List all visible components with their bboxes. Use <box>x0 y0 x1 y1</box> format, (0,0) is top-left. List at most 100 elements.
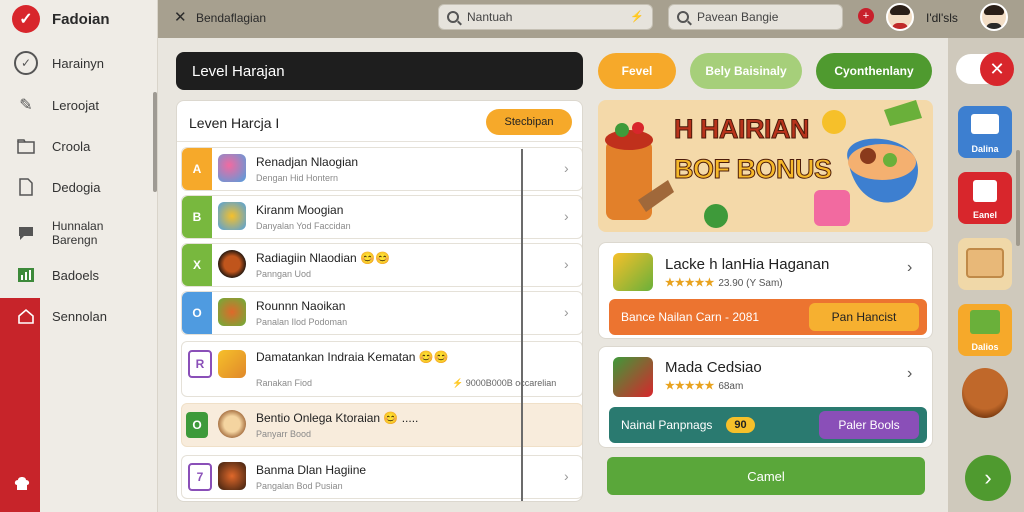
cancel-button[interactable]: Camel <box>607 457 925 495</box>
row-title: Radiagiin Nlaodian 😊😊 <box>256 251 390 265</box>
row-subtitle: Panngan Uod <box>256 269 312 279</box>
row-title: Bentio Onlega Ktoraian 😊 ..... <box>256 411 419 425</box>
mascot-icon <box>962 368 1008 418</box>
chevron-right-icon[interactable]: › <box>564 256 569 272</box>
rating-value: 68am <box>718 381 744 392</box>
close-icon[interactable]: ✕ <box>174 8 187 26</box>
breadcrumb: Bendaflagian <box>196 11 267 25</box>
chevron-right-icon[interactable]: › <box>564 160 569 176</box>
sidebar-item-label: Leroojat <box>52 97 99 113</box>
check-logo-icon: ✓ <box>12 5 40 33</box>
sidebar-item-hunnalan[interactable]: Hunnalan Barengn <box>0 216 158 250</box>
level-banner: Level Harajan <box>176 52 583 90</box>
star-rating-icon: ★★★★★ <box>665 380 715 392</box>
row-badge: A <box>182 148 212 190</box>
row-thumbnail <box>218 298 246 326</box>
rail-tile-food[interactable] <box>958 238 1012 290</box>
next-arrow-button[interactable]: › <box>965 455 1011 501</box>
rail-tile-dalios[interactable]: Dalios <box>958 304 1012 356</box>
sidebar-item-label: Harainyn <box>52 55 105 71</box>
row-badge-label: O <box>186 412 208 438</box>
row-badge: 7 <box>188 463 212 491</box>
chevron-right-icon[interactable]: › <box>564 208 569 224</box>
row-thumbnail <box>218 250 246 278</box>
sidebar: ✓ Fadoian ✓ Harainyn ✎ Leroojat Croola D… <box>0 0 158 512</box>
promo-banner[interactable]: H HAIRIAN BOF BONUS <box>598 100 933 232</box>
flag-icon[interactable]: + <box>858 8 874 24</box>
search-bar-2[interactable] <box>668 4 843 30</box>
sidebar-item-croola[interactable]: Croola <box>0 133 158 159</box>
sidebar-scrollbar[interactable] <box>153 92 157 192</box>
sandwich-icon <box>966 248 1004 278</box>
row-badge: O <box>182 292 212 334</box>
close-toggle[interactable]: ✕ <box>956 52 1014 86</box>
chevron-right-icon[interactable]: › <box>564 304 569 320</box>
reward-card-1[interactable]: Lacke h lanHia Haganan ★★★★★ 23.90 (Y Sam… <box>598 242 933 339</box>
pencil-icon: ✎ <box>19 97 33 114</box>
chevron-right-icon[interactable]: › <box>907 259 912 277</box>
avatar-shirt <box>892 23 908 29</box>
list-action-button[interactable]: Stecbipan <box>486 109 572 135</box>
row-title: Kiranm Moogian <box>256 203 344 217</box>
card-title: Lacke h lanHia Haganan <box>665 256 830 273</box>
lightning-icon: ⚡ <box>630 11 644 23</box>
row-thumbnail <box>218 202 246 230</box>
row-title: Banma Dlan Hagiine <box>256 463 367 477</box>
row-extra: ⚡ 9000B000B occarelian <box>452 378 557 388</box>
avatar[interactable] <box>980 3 1008 31</box>
rail-tile-eanel[interactable]: Eanel <box>958 172 1012 224</box>
search-icon <box>677 11 689 23</box>
card-promo-bar[interactable]: Nainal Panpnags 90 Paler Bools <box>609 407 927 443</box>
row-subtitle: Panalan Ilod Podoman <box>256 317 348 327</box>
search-bar-1[interactable]: ⚡ <box>438 4 653 30</box>
app-brand[interactable]: ✓ Fadoian <box>0 0 158 38</box>
avatar[interactable] <box>886 3 914 31</box>
pill-bely-baisinaly[interactable]: Bely Baisinaly <box>690 53 802 89</box>
sidebar-item-dedogia[interactable]: Dedogia <box>0 174 158 200</box>
row-title: Damatankan Indraia Kematan 😊😊 <box>256 350 449 364</box>
level-list-panel: Leven Harcja I Stecbipan A Renadjan Nlao… <box>176 100 583 502</box>
row-badge: R <box>188 350 212 378</box>
pill-cyonthenlany[interactable]: Cyonthenlany <box>816 53 932 89</box>
pill-fevel[interactable]: Fevel <box>598 53 676 89</box>
rail-tile-label: Dalina <box>971 144 999 154</box>
sidebar-item-sennolan[interactable]: Sennolan <box>0 298 158 334</box>
list-scrollbar[interactable] <box>521 149 523 501</box>
sidebar-item-label: Badoels <box>52 267 99 283</box>
app-title: Fadoian <box>52 10 110 28</box>
search-input-2[interactable] <box>697 10 837 24</box>
avatar-hair <box>984 5 1004 15</box>
rail-tile-label: Dalios <box>971 342 999 352</box>
close-icon[interactable]: ✕ <box>980 52 1014 86</box>
bar-label: Bance Nailan Carn - 2081 <box>621 310 760 324</box>
rail-scrollbar[interactable] <box>1016 150 1020 246</box>
chart-icon <box>14 263 38 287</box>
row-thumbnail <box>218 350 246 378</box>
card-thumbnail <box>613 253 653 291</box>
sidebar-item-label: Hunnalan Barengn <box>52 219 104 247</box>
row-badge: B <box>182 196 212 238</box>
home-icon <box>14 304 38 328</box>
chef-hat-icon[interactable] <box>12 474 32 494</box>
card-action-button[interactable]: Pan Hancist <box>809 303 919 331</box>
document-icon <box>14 175 38 199</box>
sidebar-item-badoels[interactable]: Badoels <box>0 262 158 288</box>
card-rating: ★★★★★ 23.90 (Y Sam) <box>665 276 783 289</box>
box-icon <box>973 180 997 202</box>
search-input-1[interactable] <box>467 10 607 24</box>
sidebar-item-label: Dedogia <box>52 179 101 195</box>
check-circle-icon: ✓ <box>14 51 38 75</box>
star-rating-icon: ★★★★★ <box>665 277 715 289</box>
row-badge: O <box>182 404 212 446</box>
chevron-right-icon[interactable]: › <box>564 468 569 484</box>
promo-subheadline: BOF BONUS <box>674 154 833 185</box>
rail-tile-dalina[interactable]: Dalina <box>958 106 1012 158</box>
card-promo-bar[interactable]: Bance Nailan Carn - 2081 Pan Hancist <box>609 299 927 335</box>
sidebar-item-harainyn[interactable]: ✓ Harainyn <box>0 50 158 76</box>
bar-label: Nainal Panpnags <box>621 418 713 432</box>
sidebar-item-leroojat[interactable]: ✎ Leroojat <box>0 92 158 118</box>
reward-card-2[interactable]: Mada Cedsiao ★★★★★ 68am › Nainal Panpnags… <box>598 346 933 448</box>
card-action-button[interactable]: Paler Bools <box>819 411 919 439</box>
rail-tile-mascot[interactable] <box>958 368 1012 420</box>
chevron-right-icon[interactable]: › <box>907 365 912 383</box>
